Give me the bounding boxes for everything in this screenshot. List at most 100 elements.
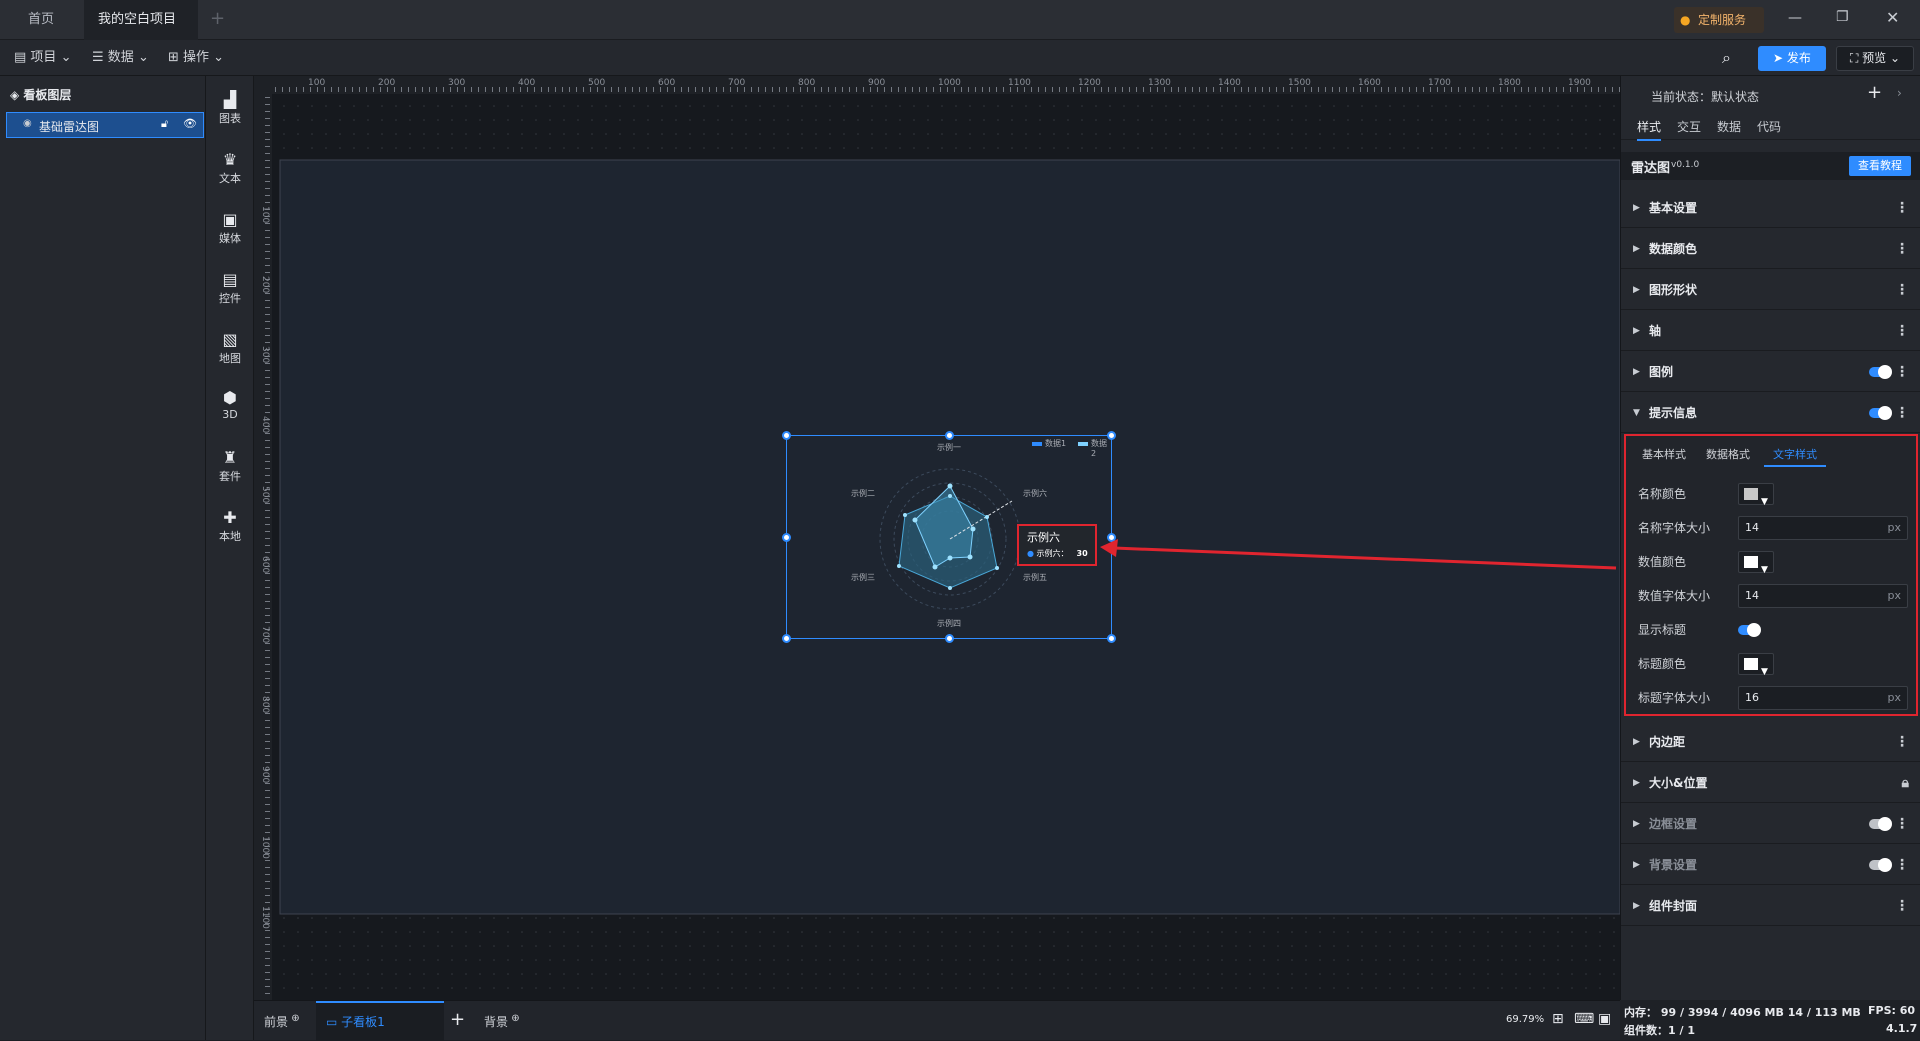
background-tab[interactable]: 背景 ⊕ (484, 1013, 520, 1030)
more-icon[interactable]: ⋮ (1895, 229, 1909, 269)
restore-icon[interactable]: ❐ (1836, 9, 1849, 25)
title-font-size-input[interactable]: 16 px (1738, 686, 1908, 710)
more-icon[interactable]: ⋮ (1895, 886, 1909, 926)
section-basic-settings[interactable]: ▶ 基本设置 ⋮ (1621, 188, 1920, 228)
legend-toggle[interactable] (1869, 365, 1892, 379)
subtab-data-format[interactable]: 数据格式 (1706, 446, 1750, 462)
show-title-toggle[interactable] (1738, 623, 1761, 637)
add-board-icon[interactable]: + (450, 1009, 465, 1030)
more-icon[interactable]: ⋮ (1895, 270, 1909, 310)
background-toggle[interactable] (1869, 858, 1892, 872)
tab-home[interactable]: 首页 (14, 0, 74, 40)
more-icon[interactable]: ⋮ (1895, 722, 1909, 762)
tab-interaction[interactable]: 交互 (1677, 118, 1701, 135)
subtab-text-style[interactable]: 文字样式 (1764, 446, 1826, 467)
section-data-color[interactable]: ▶ 数据颜色 ⋮ (1621, 229, 1920, 269)
current-state[interactable]: 当前状态：默认状态 (1651, 88, 1759, 105)
sub-board-label: 子看板1 (341, 1015, 385, 1029)
section-cover[interactable]: ▶ 组件封面 ⋮ (1621, 886, 1920, 926)
caret-right-icon: ▶ (1633, 285, 1640, 295)
minimize-icon[interactable]: — (1788, 10, 1802, 26)
dropdown-icon: ▼ (1761, 497, 1768, 507)
section-shape[interactable]: ▶ 图形形状 ⋮ (1621, 270, 1920, 310)
toolbar: ▤ 项目 ⌄ ☰ 数据 ⌄ ⊞ 操作 ⌄ ⌕ ➤ 发布 ⛶ 预览 ⌄ (0, 40, 1920, 76)
monitor-icon: ▭ (326, 1015, 342, 1029)
input-value: 14 (1745, 589, 1759, 602)
add-circle-icon[interactable]: ⊕ (508, 1013, 519, 1024)
property-panel: 当前状态：默认状态 + › 样式 交互 数据 代码 雷达图 v0.1.0 查看教… (1620, 76, 1920, 1000)
border-toggle[interactable] (1869, 817, 1892, 831)
section-size-position[interactable]: ▶ 大小&位置 🔒︎ (1621, 763, 1920, 803)
value-color-picker[interactable]: ▼ (1738, 551, 1774, 575)
title-color-picker[interactable]: ▼ (1738, 653, 1774, 677)
data-label: 数据 (107, 50, 134, 65)
zoom-level[interactable]: 69.79% (1506, 1014, 1544, 1025)
caret-right-icon: ▶ (1633, 901, 1640, 911)
icon-bar-text[interactable]: ♛ 文本 (206, 150, 254, 186)
eye-icon[interactable]: 👁︎ (183, 117, 197, 130)
add-circle-icon[interactable]: ⊕ (288, 1013, 299, 1024)
section-background[interactable]: ▶ 背景设置 ⋮ (1621, 845, 1920, 885)
more-icon[interactable]: ⋮ (1895, 393, 1909, 433)
layer-item-radar[interactable]: ◉ 基础雷达图 🔓︎ 👁︎ (6, 112, 204, 138)
name-font-size-input[interactable]: 14 px (1738, 516, 1908, 540)
section-border[interactable]: ▶ 边框设置 ⋮ (1621, 804, 1920, 844)
more-icon[interactable]: ⋮ (1895, 845, 1909, 885)
layer-item-label: 基础雷达图 (39, 120, 100, 134)
subtab-basic-style[interactable]: 基本样式 (1642, 446, 1686, 462)
icon-bar-kit[interactable]: ♜ 套件 (206, 448, 254, 484)
tooltip-toggle[interactable] (1869, 406, 1892, 420)
add-tab-icon[interactable]: + (210, 8, 225, 29)
publish-button[interactable]: ➤ 发布 (1758, 46, 1826, 71)
tooltip-subtabs: 基本样式 数据格式 文字样式 (1626, 436, 1916, 470)
preview-button[interactable]: ⛶ 预览 ⌄ (1836, 46, 1914, 71)
data-menu[interactable]: ☰ 数据 ⌄ (92, 40, 149, 76)
keyboard-icon[interactable]: ⌨ (1574, 1011, 1594, 1027)
add-state-icon[interactable]: + (1867, 82, 1882, 103)
icon-bar-3d[interactable]: ⬢ 3D (206, 388, 254, 421)
more-icon[interactable]: ⋮ (1895, 188, 1909, 228)
icon-bar-map[interactable]: ▧ 地图 (206, 330, 254, 366)
row-name-color: 名称颜色 ▼ (1638, 480, 1914, 508)
more-icon[interactable]: ⋮ (1895, 311, 1909, 351)
lock-icon[interactable]: 🔒︎ (1902, 763, 1909, 803)
section-label: 轴 (1649, 324, 1662, 338)
component-count: 组件数：1 / 1 (1624, 1024, 1695, 1037)
close-icon[interactable]: ✕ (1886, 8, 1899, 27)
more-icon[interactable]: ⋮ (1895, 352, 1909, 392)
section-legend[interactable]: ▶ 图例 ⋮ (1621, 352, 1920, 392)
icon-bar-local[interactable]: ✚ 本地 (206, 508, 254, 544)
title-bar: 首页 我的空白项目 + ● 定制服务 — ❐ ✕ (0, 0, 1920, 64)
section-axis[interactable]: ▶ 轴 ⋮ (1621, 311, 1920, 351)
caret-right-icon: ▶ (1633, 203, 1640, 213)
section-padding[interactable]: ▶ 内边距 ⋮ (1621, 722, 1920, 762)
icon-bar-control[interactable]: ▤ 控件 (206, 270, 254, 306)
more-icon[interactable]: ⋮ (1895, 804, 1909, 844)
terminal-icon[interactable]: ▣ (1598, 1011, 1611, 1027)
icon-bar-chart[interactable]: ▟ 图表 (206, 90, 254, 126)
tab-project[interactable]: 我的空白项目 (84, 0, 198, 64)
tab-style[interactable]: 样式 (1637, 118, 1662, 141)
component-version: v0.1.0 (1671, 160, 1700, 170)
search-icon[interactable]: ⌕ (1722, 48, 1731, 68)
project-menu[interactable]: ▤ 项目 ⌄ (14, 40, 71, 76)
icon-bar-media[interactable]: ▣ 媒体 (206, 210, 254, 246)
section-tooltip[interactable]: ▼ 提示信息 ⋮ (1621, 393, 1920, 433)
foreground-tab[interactable]: 前景 ⊕ (264, 1013, 300, 1030)
unlock-icon[interactable]: 🔓︎ (161, 117, 168, 131)
sub-board-tab[interactable]: ▭ 子看板1 (316, 1001, 444, 1041)
layer-panel-title: 看板图层 (23, 88, 72, 102)
puzzle-icon: ✚ (223, 508, 237, 527)
chevron-right-icon[interactable]: › (1897, 86, 1902, 100)
tab-data[interactable]: 数据 (1717, 118, 1741, 135)
name-color-picker[interactable]: ▼ (1738, 483, 1774, 507)
value-font-size-input[interactable]: 14 px (1738, 584, 1908, 608)
icon-bar-label: 地图 (219, 352, 241, 365)
tutorial-button[interactable]: 查看教程 (1849, 156, 1911, 176)
custom-service-button[interactable]: ● 定制服务 (1674, 7, 1764, 33)
caret-right-icon: ▶ (1633, 326, 1640, 336)
canvas-area[interactable]: 100 200 300 400 500 600 700 800 900 1000 1100 1200 1… (254, 76, 1620, 1000)
operate-menu[interactable]: ⊞ 操作 ⌄ (168, 40, 224, 76)
tab-code[interactable]: 代码 (1757, 118, 1781, 135)
fit-screen-icon[interactable]: ⊞ (1552, 1011, 1564, 1027)
